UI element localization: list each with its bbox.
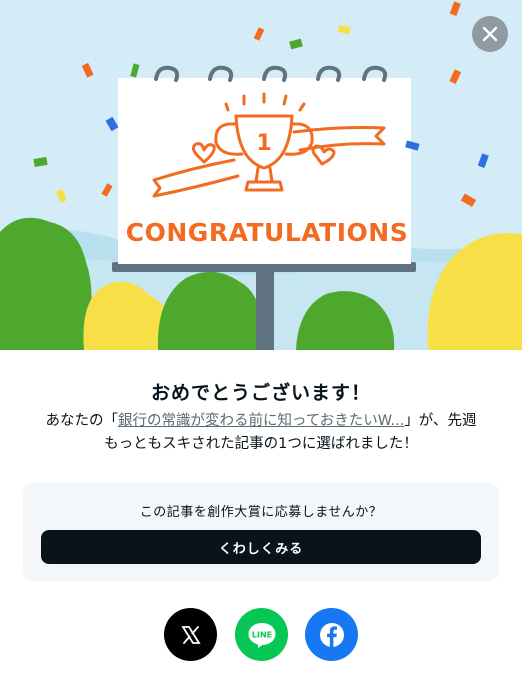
x-logo-icon <box>180 625 201 644</box>
facebook-logo-icon <box>319 622 344 647</box>
dialog-title: おめでとうございます！ <box>150 382 371 404</box>
article-title-link[interactable]: 銀行の常識が変わる前に知っておきたいW... <box>118 413 404 429</box>
share-facebook-button[interactable] <box>305 608 358 661</box>
share-line-button[interactable]: LINE <box>235 608 288 661</box>
billboard-scene: 1 CONGRATULATIONS <box>0 1 522 350</box>
dialog-description: あなたの「銀行の常識が変わる前に知っておきたいW...」が、先週 もっともスキさ… <box>20 410 502 456</box>
congratulations-illustration: 1 CONGRATULATIONS <box>0 0 522 350</box>
line-logo-icon: LINE <box>248 622 275 648</box>
learn-more-button[interactable]: くわしくみる <box>41 530 481 564</box>
line-logo-text: LINE <box>251 630 271 639</box>
desc-prefix: あなたの「 <box>45 413 118 429</box>
banner-text: CONGRATULATIONS <box>126 218 408 247</box>
contest-card: この記事を創作大賞に応募しませんか？ くわしくみる <box>23 483 499 581</box>
contest-prompt: この記事を創作大賞に応募しませんか？ <box>139 505 383 520</box>
close-button[interactable] <box>472 16 508 52</box>
desc-line2: もっともスキされた記事の1つに選ばれました！ <box>104 436 418 452</box>
desc-suffix: 」が、先週 <box>404 413 477 429</box>
share-x-button[interactable] <box>164 608 217 661</box>
trophy-number: 1 <box>256 131 271 156</box>
close-icon <box>482 26 498 42</box>
